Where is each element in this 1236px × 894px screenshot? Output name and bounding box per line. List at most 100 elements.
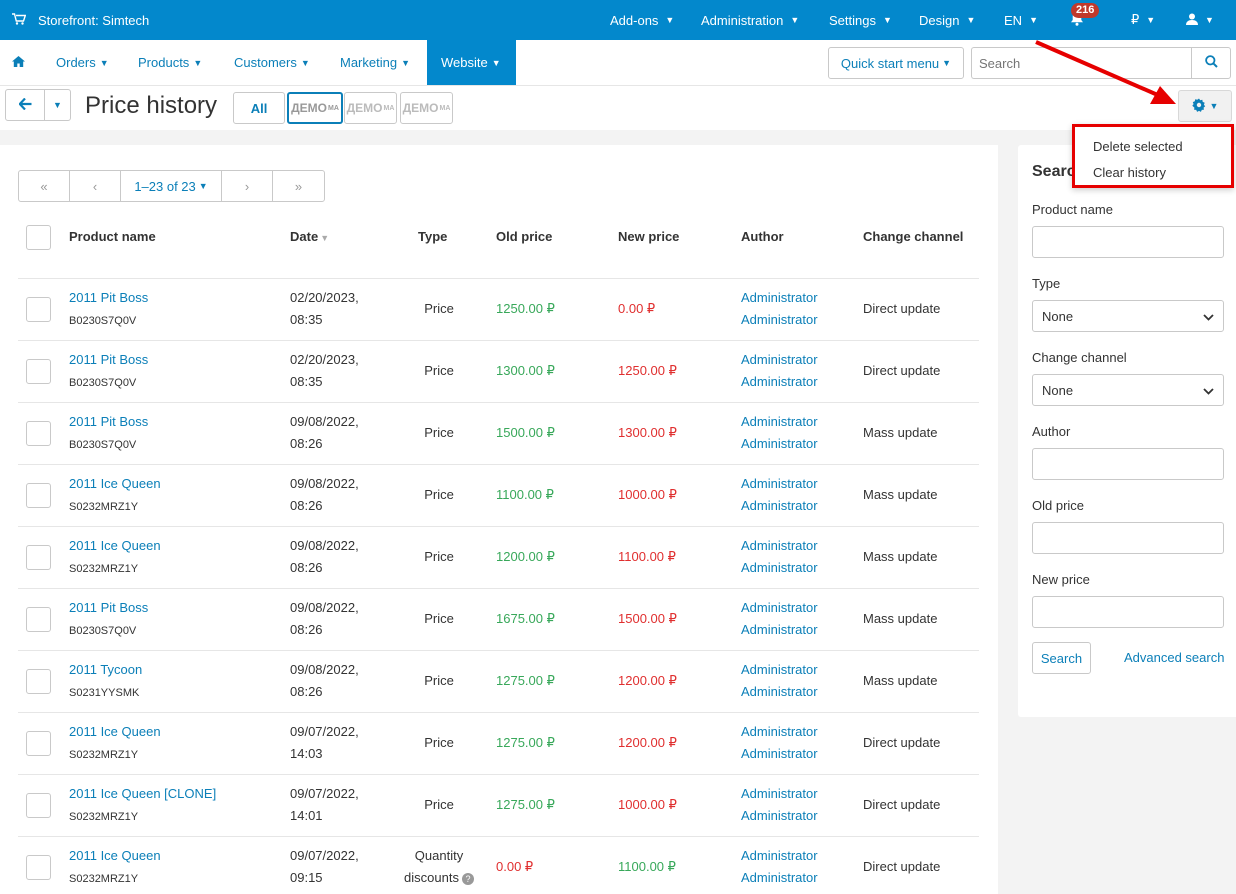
author-link[interactable]: Administrator: [741, 622, 818, 637]
author-link[interactable]: Administrator: [741, 476, 818, 491]
date-text: 09/08/2022,: [290, 600, 359, 615]
author-link[interactable]: Administrator: [741, 684, 818, 699]
product-name-link[interactable]: 2011 Pit Boss: [69, 290, 148, 305]
author-link[interactable]: Administrator: [741, 870, 818, 885]
author-link[interactable]: Administrator: [741, 786, 818, 801]
pagination: « ‹ 1–23 of 23 ▼ › »: [18, 170, 325, 202]
product-name-link[interactable]: 2011 Pit Boss: [69, 600, 148, 615]
product-name-link[interactable]: 2011 Ice Queen: [69, 724, 161, 739]
search-submit-button[interactable]: [1191, 47, 1231, 79]
product-name-link[interactable]: 2011 Ice Queen [CLONE]: [69, 786, 216, 801]
user-menu[interactable]: ▼: [1186, 0, 1214, 40]
author-link[interactable]: Administrator: [741, 374, 818, 389]
column-header-label: Change channel: [863, 229, 964, 244]
author-link[interactable]: Administrator: [741, 600, 818, 615]
new-price-field[interactable]: [1032, 596, 1224, 628]
nav-orders[interactable]: Orders ▼: [56, 40, 109, 85]
back-button[interactable]: [5, 89, 45, 121]
row-checkbox[interactable]: [26, 297, 51, 322]
global-search-input[interactable]: [971, 47, 1192, 79]
store-tab-demo-1[interactable]: ДЕМО МА: [287, 92, 343, 124]
row-checkbox[interactable]: [26, 421, 51, 446]
row-checkbox[interactable]: [26, 855, 51, 880]
first-page-button[interactable]: «: [19, 171, 70, 201]
store-tab-all[interactable]: All: [233, 92, 285, 124]
author-link[interactable]: Administrator: [741, 312, 818, 327]
row-checkbox[interactable]: [26, 545, 51, 570]
column-header-old-price[interactable]: Old price: [496, 229, 552, 244]
sidebar-search-button[interactable]: Search: [1032, 642, 1091, 674]
nav-marketing[interactable]: Marketing ▼: [340, 40, 410, 85]
row-checkbox[interactable]: [26, 607, 51, 632]
store-tab-sup: МА: [383, 104, 395, 112]
caret-down-icon: ▼: [942, 58, 952, 68]
product-name-link[interactable]: 2011 Pit Boss: [69, 352, 148, 367]
type-text: discounts: [404, 870, 459, 885]
row-checkbox[interactable]: [26, 483, 51, 508]
product-name-link[interactable]: 2011 Pit Boss: [69, 414, 148, 429]
menu-add-ons[interactable]: Add-ons ▼: [610, 0, 674, 40]
select-all-checkbox[interactable]: [26, 225, 51, 250]
author-cell: Administrator Administrator: [741, 411, 818, 455]
quick-start-menu-button[interactable]: Quick start menu ▼: [828, 47, 964, 79]
author-link[interactable]: Administrator: [741, 538, 818, 553]
history-dropdown-button[interactable]: ▼: [44, 89, 71, 121]
nav-customers[interactable]: Customers ▼: [234, 40, 310, 85]
column-header-new-price[interactable]: New price: [618, 229, 679, 244]
change-channel-select[interactable]: None: [1032, 374, 1224, 406]
store-tab-demo-2[interactable]: ДЕМО МА: [344, 92, 397, 124]
product-name-link[interactable]: 2011 Ice Queen: [69, 538, 161, 553]
store-tab-demo-3[interactable]: ДЕМО МА: [400, 92, 453, 124]
page-title: Price history: [85, 92, 218, 119]
author-link[interactable]: Administrator: [741, 808, 818, 823]
author-link[interactable]: Administrator: [741, 352, 818, 367]
row-checkbox[interactable]: [26, 669, 51, 694]
row-checkbox[interactable]: [26, 731, 51, 756]
row-checkbox[interactable]: [26, 793, 51, 818]
author-link[interactable]: Administrator: [741, 498, 818, 513]
menu-administration[interactable]: Administration ▼: [701, 0, 799, 40]
first-page-icon: «: [40, 178, 48, 194]
next-page-button[interactable]: ›: [222, 171, 273, 201]
date-cell: 09/07/2022, 14:03: [290, 721, 359, 765]
old-price-field[interactable]: [1032, 522, 1224, 554]
settings-gear-button[interactable]: ▼: [1178, 90, 1232, 122]
column-header-type[interactable]: Type: [418, 229, 447, 244]
column-header-change-channel[interactable]: Change channel: [863, 229, 963, 244]
product-name-link[interactable]: 2011 Ice Queen: [69, 848, 161, 863]
home-button[interactable]: [12, 40, 25, 85]
author-link[interactable]: Administrator: [741, 290, 818, 305]
nav-website[interactable]: Website ▼: [427, 40, 516, 85]
last-page-button[interactable]: »: [273, 171, 324, 201]
author-link[interactable]: Administrator: [741, 848, 818, 863]
type-select[interactable]: None: [1032, 300, 1224, 332]
advanced-search-link[interactable]: Advanced search: [1124, 650, 1224, 665]
menu-settings[interactable]: Settings ▼: [829, 0, 892, 40]
delete-selected-menu-item[interactable]: Delete selected: [1075, 134, 1231, 160]
home-icon: [12, 55, 25, 70]
author-link[interactable]: Administrator: [741, 414, 818, 429]
menu-design[interactable]: Design ▼: [919, 0, 975, 40]
product-name-link[interactable]: 2011 Tycoon: [69, 662, 142, 677]
author-link[interactable]: Administrator: [741, 746, 818, 761]
column-header-product-name[interactable]: Product name: [69, 229, 156, 244]
page-range-selector[interactable]: 1–23 of 23 ▼: [121, 171, 222, 201]
store-switcher[interactable]: Storefront: Simtech: [0, 13, 149, 28]
column-header-date[interactable]: Date ▼: [290, 229, 329, 244]
author-field[interactable]: [1032, 448, 1224, 480]
question-icon[interactable]: ?: [461, 872, 474, 885]
product-name-link[interactable]: 2011 Ice Queen: [69, 476, 161, 491]
row-checkbox[interactable]: [26, 359, 51, 384]
column-header-author[interactable]: Author: [741, 229, 784, 244]
currency-selector[interactable]: ₽ ▼: [1131, 0, 1155, 40]
column-header-label: New price: [618, 229, 680, 244]
prev-page-button[interactable]: ‹: [70, 171, 121, 201]
author-link[interactable]: Administrator: [741, 560, 818, 575]
author-link[interactable]: Administrator: [741, 436, 818, 451]
clear-history-menu-item[interactable]: Clear history: [1075, 160, 1231, 186]
language-selector[interactable]: EN ▼: [1004, 0, 1038, 40]
author-link[interactable]: Administrator: [741, 662, 818, 677]
nav-products[interactable]: Products ▼: [138, 40, 202, 85]
author-link[interactable]: Administrator: [741, 724, 818, 739]
product-name-field[interactable]: [1032, 226, 1224, 258]
